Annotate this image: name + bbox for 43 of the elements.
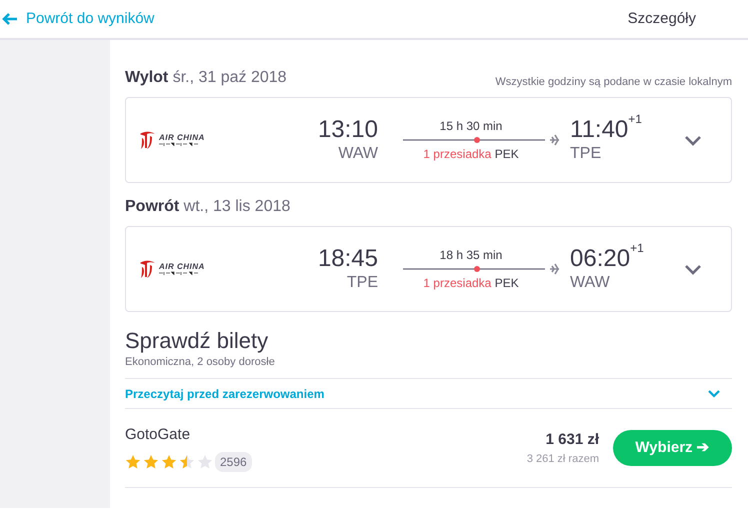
chevron-icon[interactable] bbox=[684, 134, 702, 146]
select-button[interactable]: Wybierz ➔ bbox=[613, 430, 732, 466]
arrival-airport: TPE bbox=[570, 144, 602, 164]
section-subtitle: Ekonomiczna, 2 osoby dorosłe bbox=[125, 355, 276, 370]
flight-duration: 18 h 35 min bbox=[440, 247, 502, 263]
airline-script-icon bbox=[159, 271, 199, 276]
leg-heading: Powrót wt., 13 lis 2018 bbox=[125, 197, 290, 217]
departure-airport: WAW bbox=[338, 144, 378, 164]
airline-name: AIR CHINA bbox=[159, 262, 205, 271]
departure-time: 18:45 bbox=[318, 245, 378, 273]
page-title: Szczegóły bbox=[628, 8, 697, 29]
day-offset: +1 bbox=[630, 242, 644, 254]
total-price: 3 261 zł razem bbox=[526, 452, 599, 467]
departure-airport: TPE bbox=[346, 273, 378, 293]
airline-script-icon bbox=[159, 142, 199, 147]
stopover-info: 1 przesiadka PEK bbox=[423, 275, 519, 291]
star-icon bbox=[143, 454, 159, 470]
day-offset: +1 bbox=[628, 113, 642, 125]
airline-logo-icon bbox=[138, 259, 156, 279]
star-icon bbox=[161, 454, 177, 470]
arrival-time: 11:40 bbox=[570, 116, 628, 144]
airline-logo-icon bbox=[138, 130, 156, 150]
stopover-info: 1 przesiadka PEK bbox=[423, 146, 519, 162]
arrival-airport: WAW bbox=[570, 273, 610, 293]
notice-toggle[interactable]: Przeczytaj przed zarezerwowaniem bbox=[125, 378, 732, 409]
provider-name: GotoGate bbox=[125, 424, 192, 445]
star-icon bbox=[125, 454, 141, 470]
star-icon bbox=[179, 454, 195, 470]
route-line-icon bbox=[403, 263, 559, 275]
price: 1 631 zł bbox=[546, 430, 599, 450]
back-link[interactable]: Powrót do wyników bbox=[0, 8, 154, 30]
chevron-icon[interactable] bbox=[684, 264, 702, 274]
star-icon bbox=[197, 454, 213, 470]
arrival-time: 06:20 bbox=[570, 245, 630, 273]
flight-duration: 15 h 30 min bbox=[440, 118, 502, 134]
section-title: Sprawdź bilety bbox=[125, 328, 270, 354]
departure-time: 13:10 bbox=[318, 116, 378, 144]
route-line-icon bbox=[403, 134, 559, 146]
timezone-note: Wszystkie godziny są podane w czasie lokalnym bbox=[495, 74, 732, 90]
review-count: 2596 bbox=[215, 452, 252, 472]
leg-heading: Wylot śr., 31 paź 2018 bbox=[125, 68, 287, 88]
airline-name: AIR CHINA bbox=[159, 133, 205, 142]
back-arrow-icon bbox=[2, 12, 18, 26]
